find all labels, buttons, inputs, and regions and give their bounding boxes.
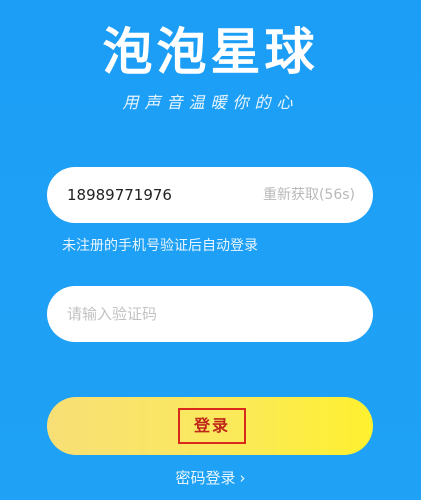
phone-input[interactable] [67,167,247,223]
chevron-right-icon: › [239,469,246,487]
verification-code-field [47,286,373,342]
password-login-label: 密码登录 [175,469,236,487]
auto-register-hint: 未注册的手机号验证后自动登录 [62,238,258,254]
phone-field: 重新获取(56s) [47,167,373,223]
verification-code-input[interactable] [67,286,347,342]
login-button-label[interactable]: 登录 [178,408,246,444]
password-login-link[interactable]: 密码登录 › [0,467,421,489]
login-screen: 泡泡星球 用声音温暖你的心 重新获取(56s) 未注册的手机号验证后自动登录 登… [0,0,421,500]
app-slogan: 用声音温暖你的心 [122,93,299,112]
app-title: 泡泡星球 [102,23,319,81]
resend-code-button[interactable]: 重新获取(56s) [263,167,355,223]
